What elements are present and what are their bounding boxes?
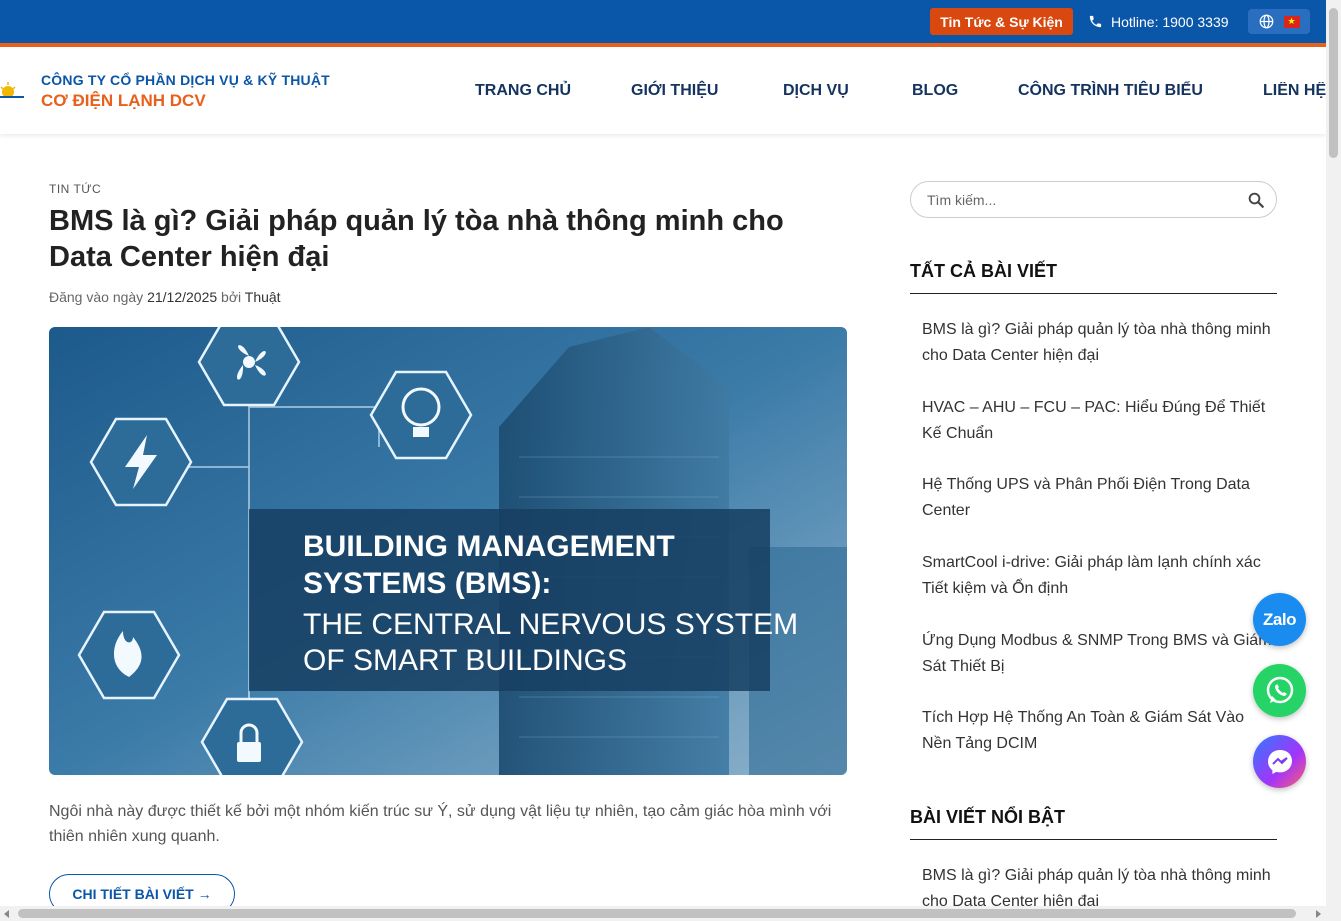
company-logo-icon[interactable] [0, 80, 24, 102]
search-input[interactable] [927, 191, 1227, 208]
language-switcher[interactable]: ★ [1248, 9, 1310, 34]
nav-services[interactable]: DỊCH VỤ [783, 82, 849, 100]
post-author[interactable]: Thuật [245, 289, 281, 305]
nav-projects[interactable]: CÔNG TRÌNH TIÊU BIỂU [1018, 82, 1203, 100]
nav-home[interactable]: TRANG CHỦ [475, 82, 571, 100]
all-posts-divider [910, 293, 1277, 294]
search-box [910, 181, 1277, 218]
messenger-icon [1267, 749, 1292, 774]
nav-contact[interactable]: LIÊN HỆ [1263, 82, 1326, 100]
post-excerpt: Ngôi nhà này được thiết kế bởi một nhóm … [49, 803, 832, 845]
post-meta: Đăng vào ngày 21/12/2025 bởi Thuật [49, 289, 281, 305]
globe-icon [1259, 14, 1273, 29]
hero-text-line4: OF SMART BUILDINGS [303, 644, 627, 677]
zalo-icon: Zalo [1263, 609, 1296, 629]
sidebar-post-link[interactable]: HVAC – AHU – FCU – PAC: Hiểu Đúng Để Thi… [922, 395, 1272, 447]
top-bar: Tin Tức & Sự Kiện Hotline: 1900 3339 ★ [0, 0, 1326, 43]
whatsapp-icon [1266, 676, 1293, 703]
nav-about[interactable]: GIỚI THIỆU [631, 82, 718, 100]
all-posts-heading: TẤT CẢ BÀI VIẾT [910, 261, 1057, 281]
whatsapp-chat-button[interactable] [1253, 664, 1306, 717]
post-date[interactable]: 21/12/2025 [147, 289, 217, 305]
scroll-right-arrow-icon[interactable] [1316, 910, 1321, 918]
vietnam-flag-icon: ★ [1283, 15, 1300, 28]
hotline-link[interactable]: Hotline: 1900 3339 [1088, 8, 1229, 35]
sidebar-post-link[interactable]: Hệ Thống UPS và Phân Phối Điện Trong Dat… [922, 472, 1272, 524]
featured-posts-divider [910, 839, 1277, 840]
hero-illustration: BUILDING MANAGEMENT SYSTEMS (BMS): THE C… [49, 327, 847, 775]
hero-text-line2: SYSTEMS (BMS): [303, 567, 551, 600]
company-name-line2[interactable]: CƠ ĐIỆN LẠNH DCV [41, 91, 206, 111]
post-hero-image[interactable]: BUILDING MANAGEMENT SYSTEMS (BMS): THE C… [49, 327, 847, 775]
company-name-line1[interactable]: CÔNG TY CỔ PHẦN DỊCH VỤ & KỸ THUẬT [41, 72, 330, 88]
messenger-chat-button[interactable] [1253, 735, 1306, 788]
news-events-button[interactable]: Tin Tức & Sự Kiện [930, 8, 1073, 35]
sidebar-post-link[interactable]: Ứng Dụng Modbus & SNMP Trong BMS và Giám… [922, 628, 1272, 680]
sidebar-post-link[interactable]: SmartCool i-drive: Giải pháp làm lạnh ch… [922, 550, 1272, 602]
nav-blog[interactable]: BLOG [912, 82, 958, 100]
phone-icon [1089, 15, 1102, 28]
hero-text-line1: BUILDING MANAGEMENT [303, 530, 675, 563]
search-icon[interactable] [1247, 191, 1265, 209]
vertical-scrollbar-thumb[interactable] [1329, 8, 1338, 158]
featured-posts-heading: BÀI VIẾT NỔI BẬT [910, 807, 1066, 827]
zalo-chat-button[interactable]: Zalo [1253, 593, 1306, 646]
hotline-text: Hotline: 1900 3339 [1111, 13, 1229, 30]
post-category[interactable]: TIN TỨC [49, 182, 101, 196]
post-title[interactable]: BMS là gì? Giải pháp quản lý tòa nhà thô… [49, 203, 849, 275]
meta-by: bởi [217, 289, 245, 305]
hero-text-line3: THE CENTRAL NERVOUS SYSTEM [303, 608, 798, 641]
page: Tin Tức & Sự Kiện Hotline: 1900 3339 ★ C… [0, 0, 1341, 921]
meta-prefix: Đăng vào ngày [49, 289, 148, 305]
site-header: CÔNG TY CỔ PHẦN DỊCH VỤ & KỸ THUẬT CƠ ĐI… [0, 47, 1326, 134]
scroll-left-arrow-icon[interactable] [4, 910, 9, 918]
horizontal-scrollbar-thumb[interactable] [18, 909, 1296, 918]
sidebar-post-link[interactable]: BMS là gì? Giải pháp quản lý tòa nhà thô… [922, 317, 1272, 369]
sidebar-post-link[interactable]: Tích Hợp Hệ Thống An Toàn & Giám Sát Vào… [922, 705, 1272, 757]
